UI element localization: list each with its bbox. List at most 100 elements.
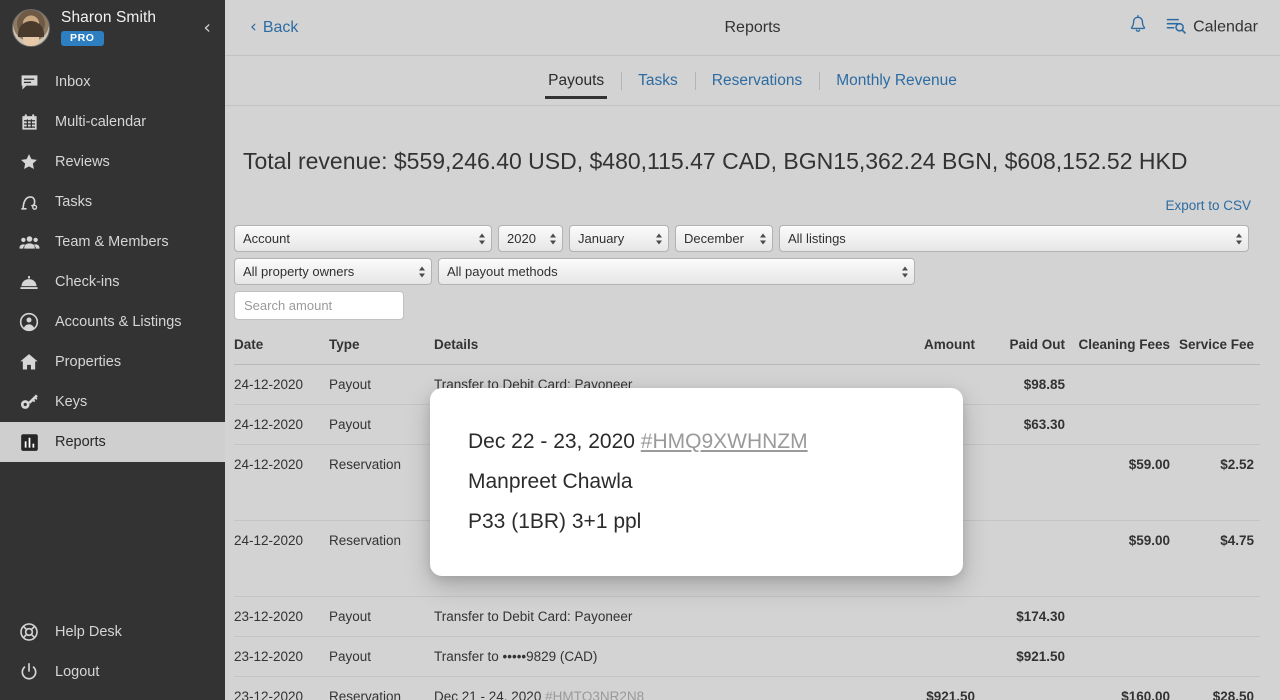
col-header-details[interactable]: Details — [434, 337, 875, 365]
sidebar-item-reports[interactable]: Reports — [0, 422, 225, 462]
star-icon — [15, 152, 43, 172]
col-header-service-fee[interactable]: Service Fee — [1170, 337, 1260, 365]
export-to-csv-link[interactable]: Export to CSV — [1165, 198, 1251, 213]
calendar-search-icon — [1166, 16, 1186, 39]
lifebuoy-icon — [15, 622, 43, 642]
tab-payouts[interactable]: Payouts — [531, 56, 621, 106]
sidebar-item-reviews[interactable]: Reviews — [0, 142, 225, 182]
topbar-actions: Calendar — [1128, 14, 1258, 41]
cell-cleaning-fees: $160.00 — [1065, 676, 1170, 700]
cell-paid-out — [975, 520, 1065, 597]
calendar-label: Calendar — [1193, 18, 1258, 36]
notifications-bell-icon[interactable] — [1128, 14, 1148, 41]
sidebar-item-multi-calendar[interactable]: Multi-calendar — [0, 102, 225, 142]
profile-header[interactable]: Sharon Smith PRO ‹ — [0, 0, 225, 56]
sidebar-item-tasks[interactable]: Tasks — [0, 182, 225, 222]
sidebar-item-keys[interactable]: Keys — [0, 382, 225, 422]
year-select[interactable]: 2020 — [498, 225, 563, 252]
bar-chart-icon — [15, 433, 43, 452]
sidebar-bottom-nav: Help Desk Logout — [0, 612, 225, 700]
cell-date: 24-12-2020 — [234, 444, 329, 521]
col-header-type[interactable]: Type — [329, 337, 434, 365]
month-to-value: December — [684, 231, 744, 246]
sidebar-item-label: Help Desk — [55, 624, 122, 640]
sidebar-item-team-members[interactable]: Team & Members — [0, 222, 225, 262]
tooltip-line-dates: Dec 22 - 23, 2020 #HMQ9XWHNZM — [468, 422, 963, 462]
tab-monthly-revenue[interactable]: Monthly Revenue — [819, 56, 974, 106]
back-button[interactable]: ‹ Back — [250, 19, 298, 37]
cell-details: Transfer to •••••9829 (CAD) — [434, 636, 875, 677]
cell-amount — [875, 596, 975, 637]
cell-cleaning-fees — [1065, 636, 1170, 677]
sidebar-item-label: Check-ins — [55, 274, 120, 290]
table-row[interactable]: 23-12-2020 Payout Transfer to Debit Card… — [234, 596, 1260, 637]
power-icon — [15, 662, 43, 682]
cell-date: 23-12-2020 — [234, 676, 329, 700]
cell-type: Reservation — [329, 676, 434, 700]
tooltip-date-range: Dec 22 - 23, 2020 — [468, 430, 641, 453]
cell-paid-out: $98.85 — [975, 364, 1065, 405]
cell-type: Payout — [329, 404, 434, 445]
sidebar-item-label: Reports — [55, 434, 106, 450]
listings-select[interactable]: All listings — [779, 225, 1249, 252]
cell-service-fee: $4.75 — [1170, 520, 1260, 597]
sidebar-nav: Inbox Multi-calendar Reviews Tasks Team … — [0, 62, 225, 462]
account-select-value: Account — [243, 231, 290, 246]
col-header-paid-out[interactable]: Paid Out — [975, 337, 1065, 365]
sidebar-item-label: Team & Members — [55, 234, 169, 250]
cell-cleaning-fees: $59.00 — [1065, 444, 1170, 521]
tab-tasks[interactable]: Tasks — [621, 56, 695, 106]
cell-service-fee: $28.50 — [1170, 676, 1260, 700]
table-row[interactable]: 23-12-2020 Reservation Dec 21 - 24, 2020… — [234, 676, 1260, 700]
details-text: Dec 21 - 24, 2020 — [434, 689, 546, 700]
vacuum-icon — [15, 193, 43, 212]
sidebar-item-check-ins[interactable]: Check-ins — [0, 262, 225, 302]
stepper-arrows-icon — [902, 266, 908, 277]
search-amount-input[interactable] — [234, 291, 404, 320]
cell-type: Reservation — [329, 444, 434, 521]
cell-date: 24-12-2020 — [234, 404, 329, 445]
cell-amount — [875, 636, 975, 677]
account-select[interactable]: Account — [234, 225, 492, 252]
table-row[interactable]: 23-12-2020 Payout Transfer to •••••9829 … — [234, 636, 1260, 677]
back-chevron-icon: ‹ — [250, 17, 257, 37]
report-tabs: Payouts Tasks Reservations Monthly Reven… — [225, 56, 1280, 106]
key-icon — [15, 392, 43, 412]
sidebar-item-properties[interactable]: Properties — [0, 342, 225, 382]
sidebar-item-logout[interactable]: Logout — [0, 652, 225, 692]
sidebar-item-help-desk[interactable]: Help Desk — [0, 612, 225, 652]
col-header-cleaning-fees[interactable]: Cleaning Fees — [1065, 337, 1170, 365]
pro-badge: PRO — [61, 30, 104, 46]
home-icon — [15, 352, 43, 372]
cell-type: Payout — [329, 596, 434, 637]
app-root: Sharon Smith PRO ‹ Inbox Multi-calendar — [0, 0, 1280, 700]
property-owners-select[interactable]: All property owners — [234, 258, 432, 285]
cell-cleaning-fees: $59.00 — [1065, 520, 1170, 597]
sidebar-item-inbox[interactable]: Inbox — [0, 62, 225, 102]
sidebar-item-label: Logout — [55, 664, 100, 680]
cell-type: Payout — [329, 636, 434, 677]
col-header-amount[interactable]: Amount — [875, 337, 975, 365]
cell-paid-out — [975, 444, 1065, 521]
collapse-sidebar-icon[interactable]: ‹ — [203, 18, 211, 38]
month-to-select[interactable]: December — [675, 225, 773, 252]
sidebar-item-accounts-listings[interactable]: Accounts & Listings — [0, 302, 225, 342]
month-from-select[interactable]: January — [569, 225, 669, 252]
property-owners-value: All property owners — [243, 264, 355, 279]
cell-date: 24-12-2020 — [234, 364, 329, 405]
sidebar: Sharon Smith PRO ‹ Inbox Multi-calendar — [0, 0, 225, 700]
details-text: Transfer to Debit Card: Payoneer — [434, 609, 633, 624]
tooltip-guest-name: Manpreet Chawla — [468, 470, 633, 493]
col-header-date[interactable]: Date — [234, 337, 329, 365]
cell-paid-out: $63.30 — [975, 404, 1065, 445]
tab-reservations[interactable]: Reservations — [694, 56, 819, 106]
reservation-code-link[interactable]: #HMTQ3NR2N8 — [545, 689, 644, 700]
profile-name: Sharon Smith — [61, 9, 157, 27]
tooltip-reservation-code[interactable]: #HMQ9XWHNZM — [641, 430, 808, 453]
stepper-arrows-icon — [550, 233, 556, 244]
cell-type: Payout — [329, 364, 434, 405]
payout-methods-select[interactable]: All payout methods — [438, 258, 915, 285]
cell-service-fee — [1170, 596, 1260, 637]
calendar-button[interactable]: Calendar — [1166, 16, 1258, 39]
